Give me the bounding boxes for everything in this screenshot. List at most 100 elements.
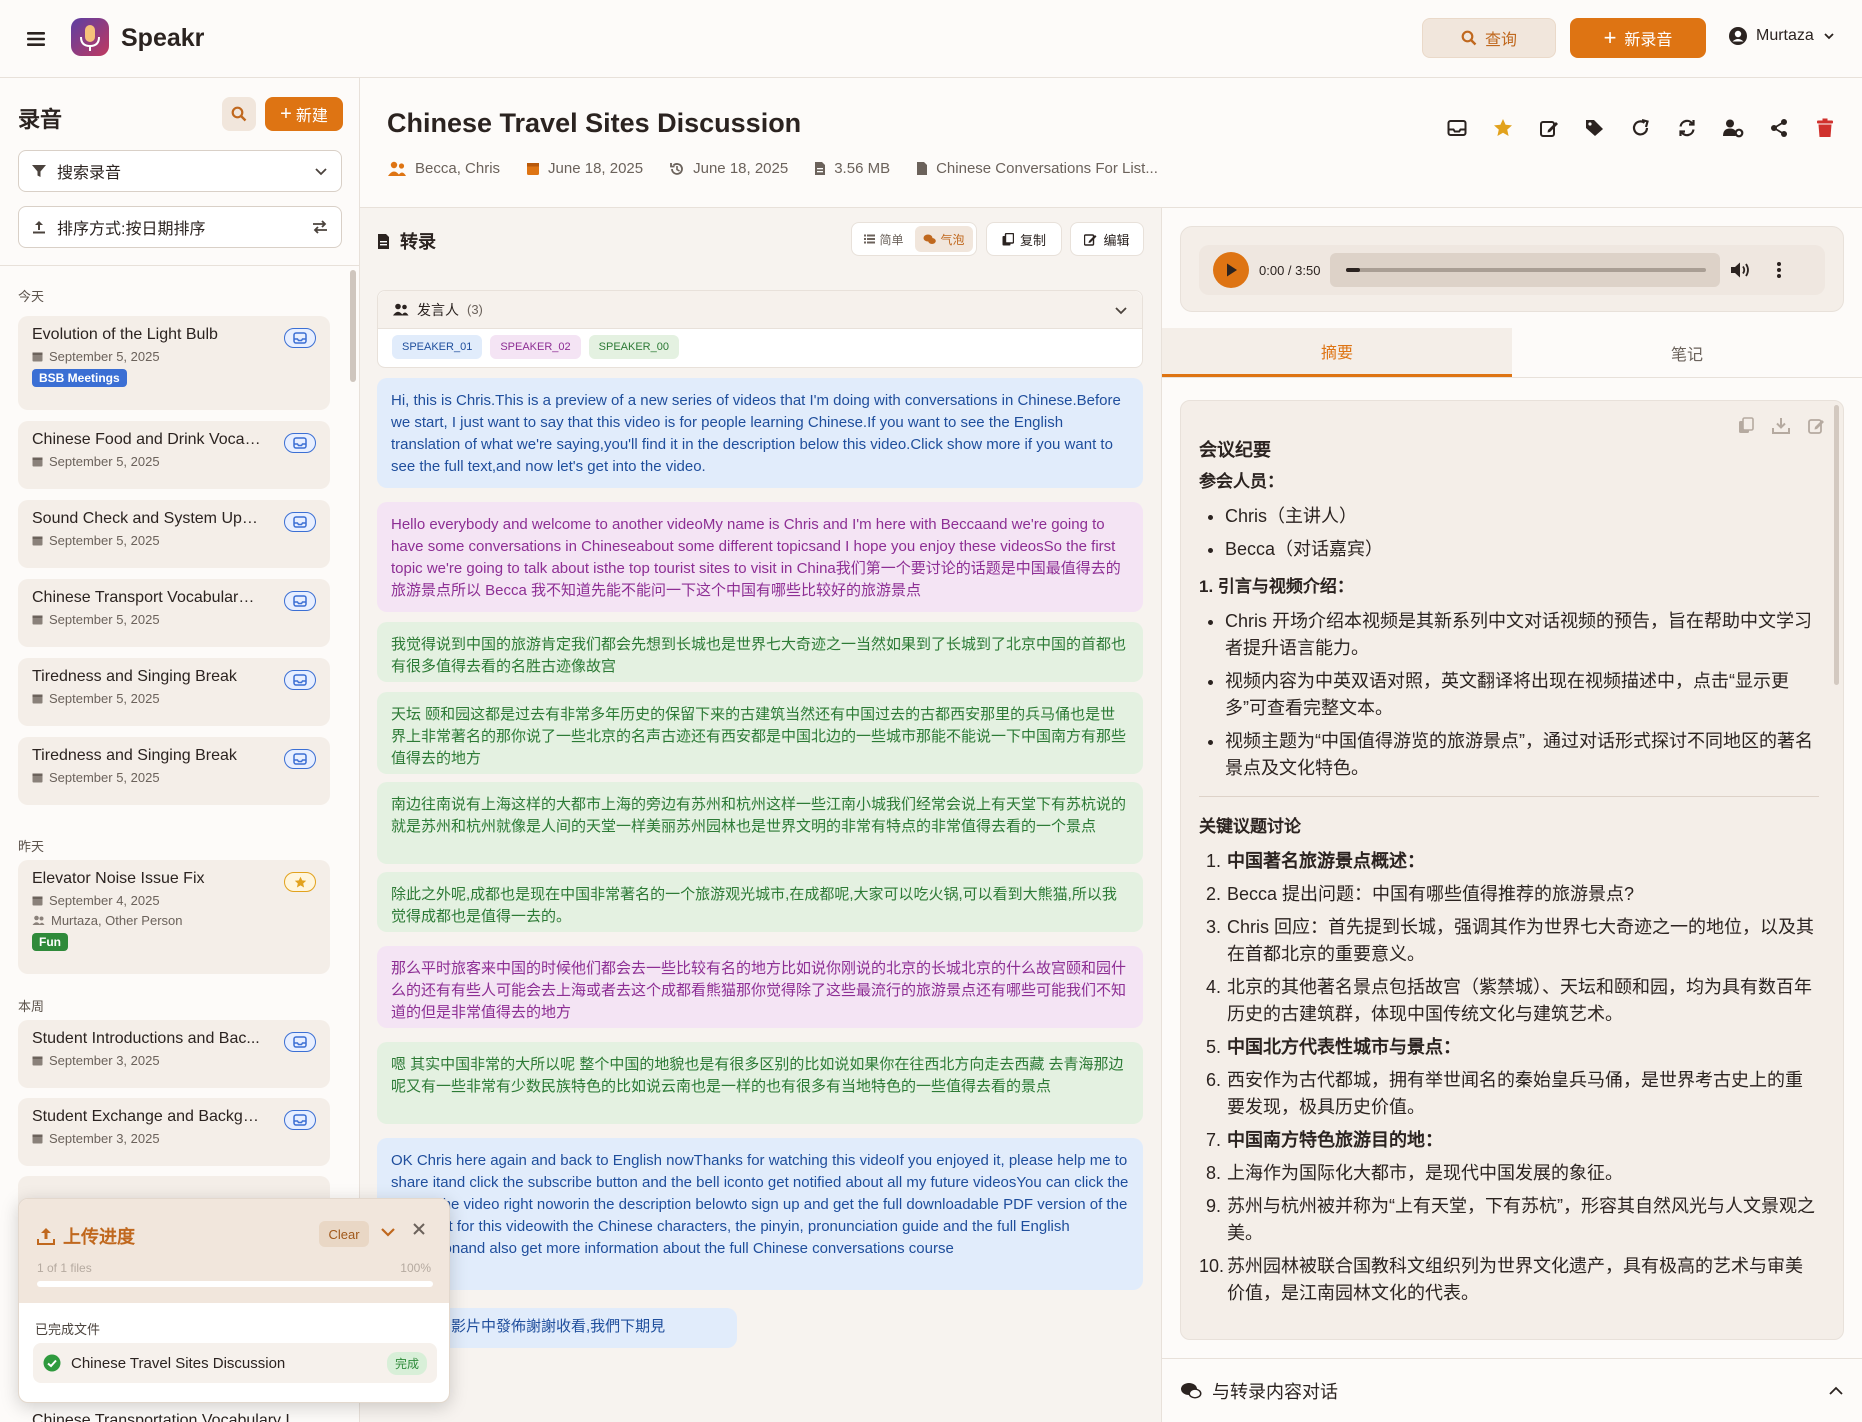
transcript-segment[interactable]: 除此之外呢,成都也是现在中国非常著名的一个旅游观光城市,在成都呢,大家可以吃火锅…	[377, 872, 1143, 932]
copy-button[interactable]: 复制	[986, 222, 1062, 256]
section2-item-text: 西安作为古代都城，拥有举世闻名的秦始皇兵马俑，是世界考古史上的重要发现，极具历史…	[1227, 1070, 1803, 1117]
query-button[interactable]: 查询	[1422, 18, 1556, 58]
user-avatar-icon	[1728, 26, 1748, 46]
check-circle-icon	[43, 1354, 61, 1372]
calendar-icon	[32, 772, 43, 783]
comments-icon	[923, 234, 937, 245]
query-button-label: 查询	[1484, 32, 1517, 49]
transcript-segment[interactable]: Hello everybody and welcome to another v…	[377, 502, 1143, 612]
inbox-icon[interactable]	[1445, 116, 1469, 140]
speakers-header[interactable]: 发言人 (3)	[378, 291, 1142, 329]
transcript-segment[interactable]: 我觉得说到中国的旅游肯定我们都会先想到长城也是世界七大奇迹之一当然如果到了长城到…	[377, 622, 1143, 682]
audio-player: 0:00 / 3:50	[1180, 226, 1844, 312]
chat-with-transcript-bar[interactable]: 与转录内容对话	[1162, 1358, 1862, 1422]
tab-summary[interactable]: 摘要	[1162, 328, 1512, 377]
edit-transcript-button[interactable]: 编辑	[1070, 222, 1144, 256]
seek-track	[1346, 268, 1707, 272]
inbox-badge-icon	[284, 1110, 316, 1130]
recording-item[interactable]: Elevator Noise Issue Fix September 4, 20…	[18, 860, 330, 974]
play-icon	[1224, 262, 1238, 278]
redo-icon[interactable]	[1629, 116, 1653, 140]
recording-item[interactable]: Chinese Transport Vocabulary ... Septemb…	[18, 579, 330, 647]
tags-icon[interactable]	[1583, 116, 1607, 140]
trash-icon[interactable]	[1813, 116, 1837, 140]
recording-title: Chinese Transportation Vocabulary L...	[32, 1412, 308, 1422]
calendar-icon	[32, 456, 43, 467]
more-options-icon[interactable]	[1776, 261, 1782, 279]
section2-item: 10. 苏州园林被联合国教科文组织列为世界文化遗产，具有极高的艺术与审美价值，是江…	[1199, 1253, 1819, 1307]
recording-item[interactable]: Tiredness and Singing Break September 5,…	[18, 737, 330, 805]
transcript-segment[interactable]: 天坛 颐和园这都是过去有非常多年历史的保留下来的古建筑当然还有中国过去的古都西安…	[377, 692, 1143, 774]
user-settings-icon[interactable]	[1721, 116, 1745, 140]
speakers-count: (3)	[467, 302, 483, 317]
chevron-down-icon[interactable]	[379, 1223, 397, 1241]
calendar-icon	[32, 614, 43, 625]
speakers-label: 发言人	[417, 301, 459, 318]
recording-item[interactable]: Tiredness and Singing Break September 5,…	[18, 658, 330, 726]
seek-bar[interactable]	[1330, 253, 1721, 287]
copy-icon[interactable]	[1738, 417, 1754, 434]
sort-selector[interactable]: 排序方式:按日期排序	[18, 206, 342, 248]
inbox-badge-icon	[284, 512, 316, 532]
download-icon[interactable]	[1772, 417, 1790, 434]
transcript-segment[interactable]: 嗯 其实中国非常的大所以呢 整个中国的地貌也是有很多区别的比如说如果你在往西北方…	[377, 1042, 1143, 1124]
summary-scrollbar[interactable]	[1834, 405, 1839, 685]
sort-label: 排序方式:按日期排序	[57, 221, 206, 238]
speaker-tag[interactable]: SPEAKER_02	[490, 335, 581, 359]
group-label-today: 今天	[18, 289, 45, 304]
sidebar-search-button[interactable]	[222, 97, 256, 131]
share-icon[interactable]	[1767, 116, 1791, 140]
calendar-icon	[32, 693, 43, 704]
user-menu[interactable]: Murtaza	[1728, 26, 1836, 46]
speaker-tag[interactable]: SPEAKER_01	[392, 335, 483, 359]
folder-meta[interactable]: Chinese Conversations For List...	[916, 160, 1158, 177]
search-icon	[1461, 30, 1477, 46]
transcript-segment[interactable]: OK Chris here again and back to English …	[377, 1138, 1143, 1290]
star-icon[interactable]	[1491, 116, 1515, 140]
recording-search-field[interactable]: 搜索录音	[18, 150, 342, 192]
recording-item[interactable]: Chinese Transportation Vocabulary L...	[18, 1402, 330, 1422]
hamburger-menu-icon[interactable]	[24, 27, 48, 51]
recording-item[interactable]: Sound Check and System Upd... September …	[18, 500, 330, 568]
swap-icon[interactable]	[311, 219, 329, 235]
view-mode-toggle: 简单 气泡	[851, 222, 977, 256]
recording-item[interactable]: Evolution of the Light Bulb September 5,…	[18, 316, 330, 410]
upload-progress-panel: 上传进度 Clear 1 of 1 files 100% 已完成文件 Chine…	[18, 1198, 450, 1403]
new-recording-button[interactable]: + 新录音	[1570, 18, 1706, 58]
view-bubble-option[interactable]: 气泡	[915, 226, 973, 252]
sidebar-new-button[interactable]: + 新建	[265, 97, 343, 131]
edit-icon[interactable]	[1808, 417, 1825, 434]
group-label-this-week: 本周	[18, 999, 45, 1014]
reprocess-icon[interactable]	[1675, 116, 1699, 140]
completed-status-badge: 完成	[386, 1351, 427, 1375]
chevron-up-icon[interactable]	[1828, 1383, 1844, 1399]
section2-item-number: 1.	[1205, 851, 1221, 871]
upload-icon	[37, 1227, 55, 1245]
section2-item: 1. 中国著名旅游景点概述：	[1199, 848, 1819, 875]
edit-icon[interactable]	[1537, 116, 1561, 140]
transcript-segment[interactable]: Hi, this is Chris.This is a preview of a…	[377, 378, 1143, 488]
plus-icon: +	[1603, 25, 1617, 50]
completed-file-item[interactable]: Chinese Travel Sites Discussion 完成	[33, 1343, 437, 1383]
close-icon[interactable]	[411, 1221, 427, 1237]
recording-item[interactable]: Chinese Food and Drink Vocab... Septembe…	[18, 421, 330, 489]
search-placeholder: 搜索录音	[57, 165, 122, 182]
play-button[interactable]	[1213, 252, 1249, 288]
speaker-tag[interactable]: SPEAKER_00	[588, 335, 679, 359]
recording-item[interactable]: Student Exchange and Backgro... Septembe…	[18, 1098, 330, 1166]
section2-item-text: Chris 回应：首先提到长城，强调其作为世界七大奇迹之一的地位，以及其在首都北…	[1227, 917, 1815, 964]
tab-notes[interactable]: 笔记	[1512, 328, 1862, 377]
chevron-down-icon[interactable]	[1114, 303, 1128, 317]
transcript-segment[interactable]: 南边往南说有上海这样的大都市上海的旁边有苏州和杭州这样一些江南小城我们经常会说上…	[377, 782, 1143, 864]
recording-title: Elevator Noise Issue Fix	[32, 870, 205, 887]
volume-icon[interactable]	[1730, 261, 1752, 279]
sidebar-scrollbar[interactable]	[350, 270, 356, 382]
transcript-segment[interactable]: 那么平时旅客来中国的时候他们都会去一些比较有名的地方比如说你刚说的北京的长城北京…	[377, 946, 1143, 1028]
view-simple-option[interactable]: 简单	[855, 226, 913, 252]
section2-list: 1. 中国著名旅游景点概述： 2. Becca 提出问题：中国有哪些值得推荐的旅游景点…	[1199, 848, 1819, 1307]
upload-clear-button[interactable]: Clear	[319, 1221, 369, 1247]
attendees-list: Chris（主讲人） Becca（对话嘉宾）	[1199, 503, 1819, 563]
recording-item[interactable]: Student Introductions and Bac... Septemb…	[18, 1020, 330, 1088]
section2-item-text: 中国北方代表性城市与景点：	[1227, 1037, 1461, 1057]
recording-date: September 3, 2025	[32, 1053, 316, 1068]
